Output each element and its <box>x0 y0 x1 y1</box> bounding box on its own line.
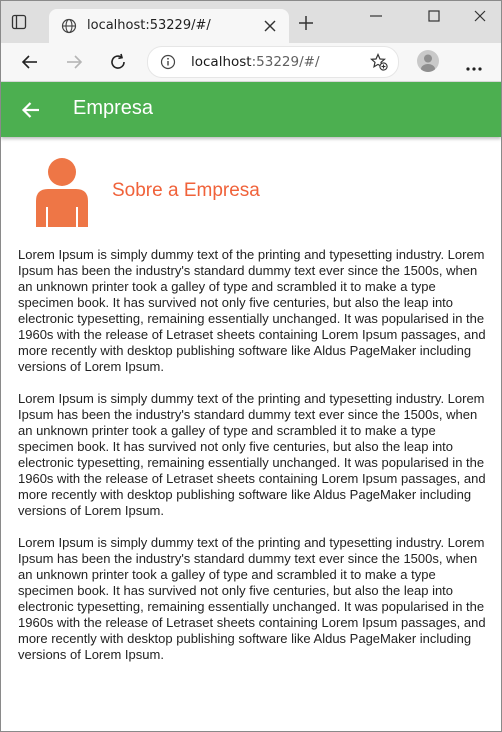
address-bar[interactable]: localhost:53229/#/ <box>147 46 399 78</box>
arrow-left-icon[interactable] <box>21 100 41 120</box>
globe-icon <box>61 18 77 34</box>
tab-strip: localhost:53229/#/ <box>1 1 501 43</box>
browser-window: localhost:53229/#/ localhost:53229/#/ Em… <box>0 0 502 732</box>
arrow-left-icon[interactable] <box>21 53 39 71</box>
arrow-right-icon[interactable] <box>65 53 83 71</box>
url-rest: :53229/#/ <box>251 54 320 70</box>
tab-actions-icon[interactable] <box>11 14 27 30</box>
section-title: Sobre a Empresa <box>112 180 260 201</box>
paragraph: Lorem Ipsum is simply dummy text of the … <box>18 535 486 662</box>
paragraph-list: Lorem Ipsum is simply dummy text of the … <box>18 247 488 679</box>
info-icon[interactable] <box>160 54 176 70</box>
browser-tab[interactable]: localhost:53229/#/ <box>49 9 289 43</box>
tab-title: localhost:53229/#/ <box>87 18 211 33</box>
close-icon[interactable] <box>263 19 277 33</box>
minimize-icon[interactable] <box>369 9 383 23</box>
url-host: localhost <box>191 54 252 70</box>
page-title: Empresa <box>73 97 154 119</box>
paragraph: Lorem Ipsum is simply dummy text of the … <box>18 247 486 374</box>
plus-icon[interactable] <box>299 16 313 30</box>
url-text: localhost:53229/#/ <box>191 54 320 70</box>
star-plus-icon[interactable] <box>369 53 388 71</box>
section-header: Sobre a Empresa <box>1 137 501 237</box>
maximize-icon[interactable] <box>427 9 441 23</box>
refresh-icon[interactable] <box>109 53 127 71</box>
paragraph: Lorem Ipsum is simply dummy text of the … <box>18 391 486 518</box>
window-close-icon[interactable] <box>473 9 487 23</box>
avatar-icon[interactable] <box>417 50 439 72</box>
more-horizontal-icon[interactable] <box>465 59 483 71</box>
person-icon <box>32 157 92 227</box>
app-bar: Empresa <box>1 82 501 137</box>
browser-toolbar: localhost:53229/#/ <box>1 43 501 82</box>
